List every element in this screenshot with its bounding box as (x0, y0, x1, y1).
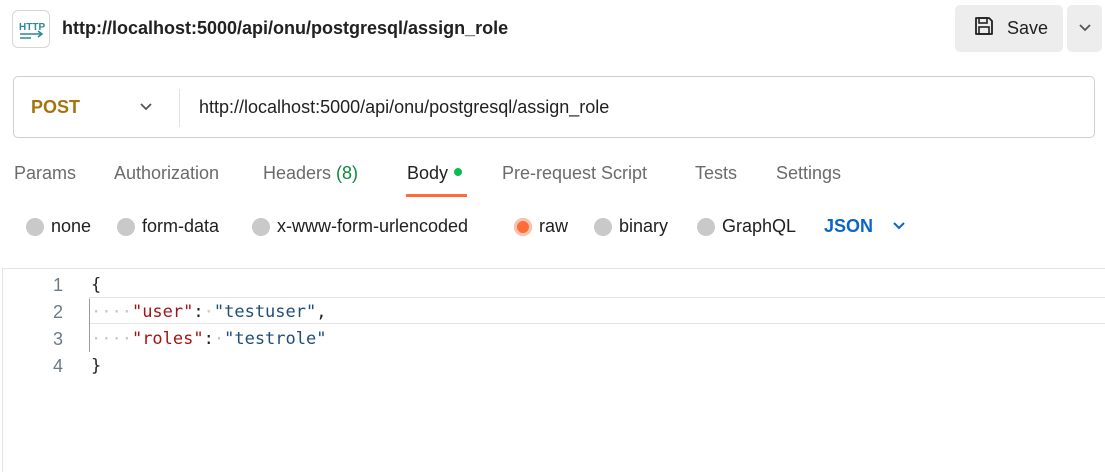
tab-label: Tests (695, 163, 738, 183)
radio-x-www-form-urlencoded[interactable]: x-www-form-urlencoded (252, 216, 468, 237)
tab-label: Body (407, 163, 449, 183)
editor-line: 4 } (3, 352, 1105, 379)
indent-dots: ···· (91, 329, 132, 349)
tab-body[interactable]: Body (407, 163, 463, 184)
url-divider (179, 89, 180, 127)
http-icon: HTTP (12, 10, 50, 48)
json-key: "roles" (131, 329, 204, 349)
request-title[interactable]: http://localhost:5000/api/onu/postgresql… (62, 18, 508, 39)
radio-circle-selected (514, 217, 532, 236)
json-colon: : (193, 302, 204, 322)
line-code: { (91, 275, 101, 295)
json-value: "testrole" (224, 329, 327, 349)
json-colon: : (203, 329, 214, 349)
radio-circle (594, 217, 612, 236)
tab-pre-request-script[interactable]: Pre-request Script (502, 163, 647, 184)
radio-binary[interactable]: binary (594, 216, 668, 237)
save-label: Save (1007, 18, 1049, 38)
save-button[interactable]: Save (955, 5, 1063, 52)
radio-circle (117, 217, 135, 236)
line-number: 2 (52, 302, 63, 322)
line-code: ····"roles":·"testrole" (91, 329, 326, 349)
tab-label: Authorization (114, 163, 220, 183)
indent-dots: ···· (91, 302, 132, 322)
radio-graphql[interactable]: GraphQL (697, 216, 796, 237)
code-editor[interactable]: 1 { 2 ····"user":·"testuser", 3 ····"rol… (2, 268, 1105, 472)
request-header: HTTP http://localhost:5000/api/onu/postg… (0, 0, 1105, 58)
json-key: "user" (131, 302, 194, 322)
radio-label: form-data (142, 216, 220, 236)
space-dot: · (203, 302, 214, 322)
radio-circle (252, 217, 270, 236)
json-value: "testuser" (213, 302, 317, 322)
editor-line: 1 { (3, 271, 1105, 298)
chevron-down-icon[interactable] (891, 219, 907, 237)
close-brace: } (91, 356, 102, 376)
editor-line: 2 ····"user":·"testuser", (3, 298, 1105, 325)
json-comma: , (316, 302, 327, 322)
radio-label: binary (619, 216, 669, 236)
url-bar: POST http://localhost:5000/api/onu/postg… (13, 76, 1095, 138)
line-number: 1 (52, 275, 63, 295)
active-dot (454, 168, 463, 176)
save-options-button[interactable] (1067, 5, 1102, 52)
indent-guide (89, 299, 90, 352)
svg-text:HTTP: HTTP (19, 22, 45, 33)
radio-circle (697, 217, 715, 236)
space-dot: · (213, 329, 225, 349)
radio-label: GraphQL (722, 216, 797, 236)
radio-circle (26, 217, 44, 236)
radio-label: none (51, 216, 92, 236)
tab-tests[interactable]: Tests (695, 163, 737, 184)
tab-label: Settings (776, 163, 842, 183)
line-code: ····"user":·"testuser", (91, 302, 326, 322)
tab-params[interactable]: Params (14, 163, 76, 184)
save-icon (973, 15, 995, 42)
request-tabs: Params Authorization Headers (8) Body Pr… (0, 160, 1105, 200)
chevron-down-icon (1078, 20, 1092, 38)
line-number: 3 (52, 329, 63, 349)
chevron-down-icon[interactable] (139, 99, 153, 117)
radio-raw[interactable]: raw (514, 216, 568, 237)
line-code: } (91, 356, 101, 376)
tab-label: Pre-request Script (502, 163, 648, 183)
tab-headers[interactable]: Headers (8) (263, 163, 358, 184)
radio-form-data[interactable]: form-data (117, 216, 219, 237)
method-select[interactable]: POST (31, 97, 80, 118)
open-brace: { (91, 275, 102, 295)
editor-line: 3 ····"roles":·"testrole" (3, 325, 1105, 352)
headers-count: (8) (336, 163, 359, 183)
radio-none[interactable]: none (26, 216, 91, 237)
tab-settings[interactable]: Settings (776, 163, 841, 184)
tab-label: Headers (263, 163, 337, 183)
active-tab-indicator (406, 194, 467, 197)
tab-label: Params (14, 163, 77, 183)
url-input[interactable]: http://localhost:5000/api/onu/postgresql… (199, 97, 609, 118)
radio-label: x-www-form-urlencoded (277, 216, 469, 236)
line-number: 4 (52, 356, 63, 376)
format-select[interactable]: JSON (824, 216, 873, 237)
radio-label: raw (539, 216, 569, 236)
body-type-options: none form-data x-www-form-urlencoded raw… (0, 212, 1105, 242)
tab-authorization[interactable]: Authorization (114, 163, 219, 184)
